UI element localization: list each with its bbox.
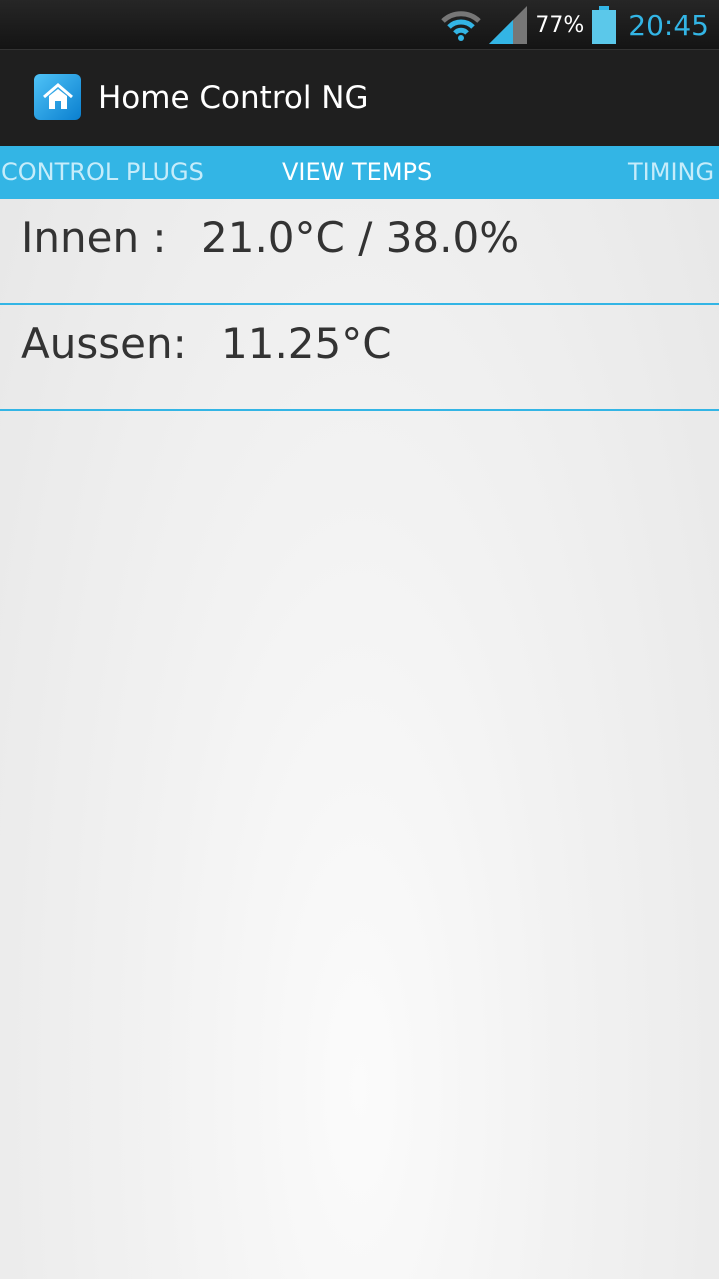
app-title: Home Control NG bbox=[98, 80, 369, 116]
battery-percent: 77% bbox=[535, 12, 585, 38]
reading-label: Aussen: bbox=[21, 319, 187, 368]
tab-timing[interactable]: TIMING bbox=[628, 158, 714, 186]
tab-strip: CONTROL PLUGS VIEW TEMPS TIMING bbox=[0, 146, 719, 199]
tab-control-plugs[interactable]: CONTROL PLUGS bbox=[1, 158, 204, 186]
tab-view-temps[interactable]: VIEW TEMPS bbox=[282, 158, 432, 186]
reading-value: 11.25°C bbox=[221, 319, 392, 368]
action-bar: Home Control NG bbox=[0, 50, 719, 146]
wifi-icon bbox=[441, 11, 482, 41]
clock: 20:45 bbox=[628, 8, 709, 42]
status-bar: 77% 20:45 bbox=[0, 0, 719, 50]
battery-icon bbox=[592, 6, 617, 44]
signal-icon bbox=[489, 6, 528, 44]
home-icon[interactable] bbox=[34, 74, 81, 120]
reading-value: 21.0°C / 38.0% bbox=[201, 213, 520, 262]
list-item[interactable]: Innen : 21.0°C / 38.0% bbox=[0, 199, 719, 305]
reading-label: Innen : bbox=[21, 213, 167, 262]
list-item[interactable]: Aussen: 11.25°C bbox=[0, 305, 719, 411]
